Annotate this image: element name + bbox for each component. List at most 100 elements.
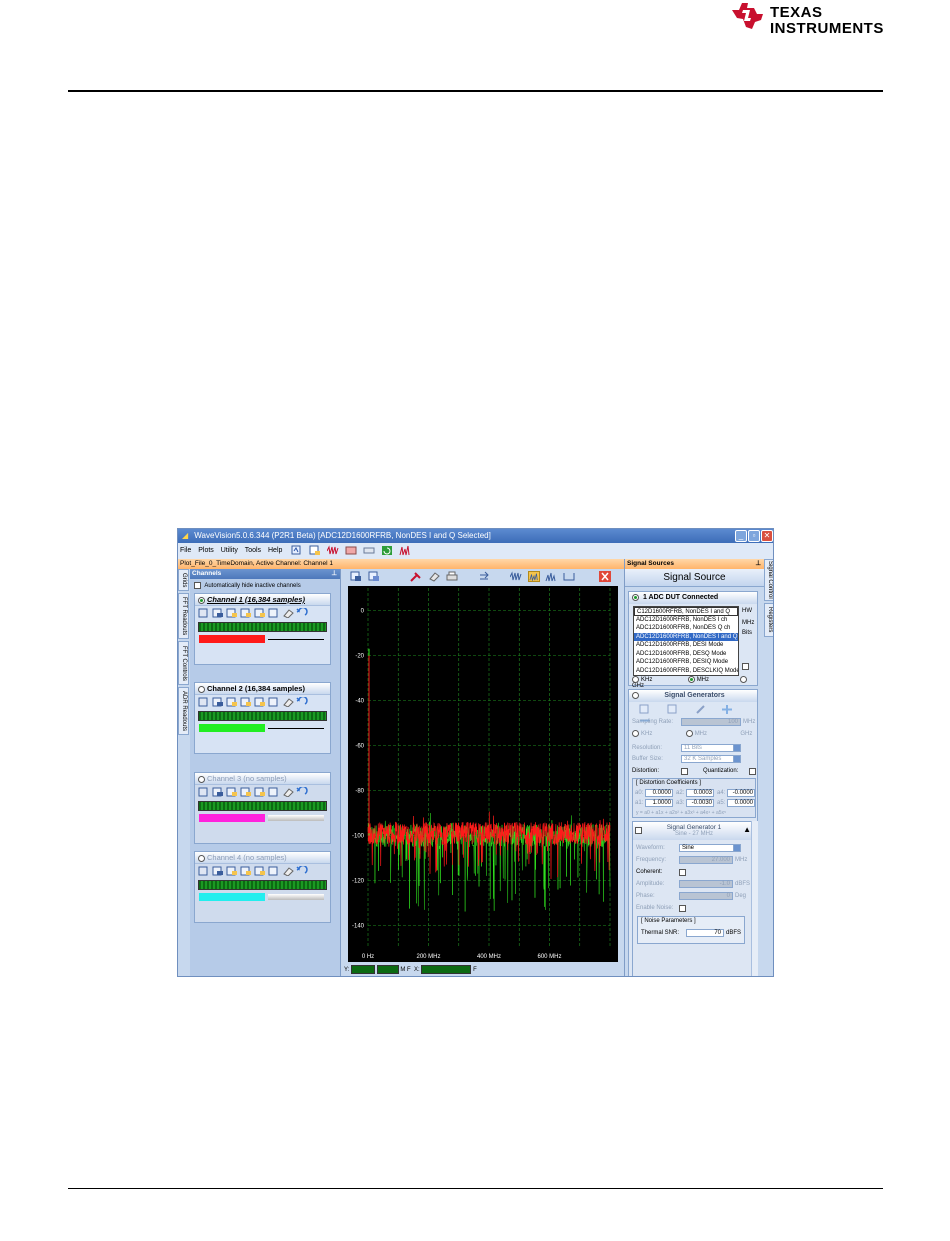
channel-card[interactable]: Channel 2 (16,384 samples) (194, 682, 331, 754)
undo-icon[interactable] (296, 697, 308, 707)
fft-view-icon[interactable] (527, 571, 540, 582)
save-icon[interactable] (212, 866, 224, 876)
save-icon[interactable] (212, 697, 224, 707)
open-plot-icon[interactable] (291, 545, 303, 556)
undo-icon[interactable] (296, 608, 308, 618)
buffer-size-select[interactable]: 32 K Samples (681, 755, 741, 763)
adc-dut-header[interactable]: 1 ADC DUT Connected (629, 592, 757, 604)
channel-color-swatch[interactable] (199, 635, 265, 643)
marker-icon[interactable] (410, 571, 422, 582)
clear-icon[interactable] (282, 866, 294, 876)
channel-radio[interactable] (198, 685, 205, 693)
adc-dut-radio[interactable] (632, 593, 639, 601)
open-icon[interactable] (198, 787, 210, 797)
channel-color-swatch[interactable] (199, 724, 265, 732)
tab-fft-controls[interactable]: FFT Controls (178, 641, 189, 685)
dac-icon[interactable] (363, 545, 375, 556)
device-option[interactable]: ADC12D1600RFRB, DESI Mode (634, 641, 738, 650)
tab-signal-control[interactable]: Signal Control (764, 559, 773, 601)
signal-generators-radio[interactable] (632, 692, 639, 699)
undo-icon[interactable] (296, 866, 308, 876)
generator-1-header[interactable]: Signal Generator 1 Sine - 27 MHz ▲ (633, 822, 755, 840)
save-icon[interactable] (212, 608, 224, 618)
load-generator-icon[interactable] (667, 704, 679, 715)
export-icon[interactable] (226, 697, 238, 707)
signal-generators-header[interactable]: Signal Generators (629, 690, 757, 702)
ghz-radio[interactable] (740, 676, 748, 683)
channel-radio[interactable] (198, 854, 205, 862)
properties-icon[interactable] (240, 787, 252, 797)
coherent-checkbox[interactable] (679, 869, 686, 876)
channel-color-row[interactable] (198, 635, 327, 643)
export-icon[interactable] (226, 866, 238, 876)
thermal-snr-field[interactable]: 70 (686, 929, 724, 937)
menu-plots[interactable]: Plots (198, 547, 214, 554)
edit-icon[interactable] (254, 608, 266, 618)
notes-icon[interactable] (268, 787, 280, 797)
sr-mhz-radio[interactable] (685, 730, 693, 737)
refresh-icon[interactable] (381, 545, 393, 556)
histogram-icon[interactable] (545, 571, 557, 582)
export-icon[interactable] (226, 787, 238, 797)
channel-card[interactable]: Channel 3 (no samples) (194, 772, 331, 844)
clear-icon[interactable] (282, 608, 294, 618)
channel-title[interactable]: Channel 1 (16,384 samples) (195, 594, 330, 606)
khz-radio[interactable] (632, 676, 639, 683)
spectrum-icon[interactable] (399, 545, 411, 556)
frequency-field[interactable]: 27.000 (679, 856, 733, 864)
time-domain-icon[interactable] (509, 571, 522, 582)
tab-grids[interactable]: Grids (178, 569, 189, 591)
generator-scrollbar[interactable] (751, 821, 758, 976)
tab-registers[interactable]: Registers (764, 603, 773, 637)
device-option[interactable]: ADC12D1600RFRB, DESCLKIQ Mode (634, 667, 738, 676)
channel-color-row[interactable] (198, 724, 327, 732)
device-dropdown-list[interactable]: C12D1600RFRB, NonDES I and Q ADC12D1600RF… (633, 606, 739, 676)
pin-icon[interactable]: ⊥ (331, 569, 337, 579)
open-icon[interactable] (198, 866, 210, 876)
sampling-rate-field[interactable]: 100 (681, 718, 741, 726)
channel-title[interactable]: Channel 2 (16,384 samples) (195, 683, 330, 695)
channel-color-swatch[interactable] (199, 814, 265, 822)
channel-title[interactable]: Channel 4 (no samples) (195, 852, 330, 864)
device-option[interactable]: ADC12D1600RFRB, NonDES Q ch (634, 624, 738, 633)
swap-icon[interactable] (478, 571, 490, 582)
minimize-button[interactable]: _ (735, 530, 747, 542)
device-option[interactable]: C12D1600RFRB, NonDES I and Q (634, 607, 738, 616)
dut-checkbox[interactable] (742, 663, 749, 670)
device-option[interactable]: ADC12D1600RFRB, DESQ Mode (634, 650, 738, 659)
auto-hide-row[interactable]: Automatically hide inactive channels (190, 579, 340, 593)
phase-field[interactable]: 0 (679, 892, 733, 900)
amplitude-field[interactable]: -1.0 (679, 880, 733, 888)
load-plot-icon[interactable] (368, 571, 380, 582)
coefficient-field[interactable]: 1.0000 (645, 799, 673, 807)
clear-icon[interactable] (282, 697, 294, 707)
channel-radio[interactable] (198, 775, 205, 783)
properties-icon[interactable] (240, 697, 252, 707)
fft-plot[interactable]: 0-20-40-60-80-100-120-1400 Hz 200 MHz 400 … (342, 586, 624, 962)
channel-radio[interactable] (198, 596, 205, 604)
open-icon[interactable] (198, 608, 210, 618)
properties-icon[interactable] (240, 866, 252, 876)
chevron-down-icon[interactable] (733, 744, 741, 752)
pin-icon[interactable]: ⊥ (755, 559, 761, 569)
sr-khz-radio[interactable] (632, 730, 639, 737)
menu-file[interactable]: File (180, 547, 191, 554)
add-generator-icon[interactable] (721, 704, 733, 715)
coefficient-field[interactable]: 0.0000 (645, 789, 673, 797)
menu-utility[interactable]: Utility (221, 547, 238, 554)
properties-icon[interactable] (240, 608, 252, 618)
device-option[interactable]: ADC12D1600RFRB, NonDES I and Q (634, 632, 738, 641)
maximize-button[interactable]: ▫ (748, 530, 760, 542)
tab-adr-readouts[interactable]: ADR Readouts (178, 687, 189, 735)
device-option[interactable]: ADC12D1600RFRB, DESIQ Mode (634, 658, 738, 667)
eraser-icon[interactable] (428, 571, 440, 582)
edit-icon[interactable] (254, 697, 266, 707)
clear-icon[interactable] (282, 787, 294, 797)
coefficient-field[interactable]: 0.0000 (727, 799, 755, 807)
notes-icon[interactable] (268, 697, 280, 707)
menu-tools[interactable]: Tools (245, 547, 261, 554)
enable-noise-checkbox[interactable] (679, 905, 686, 912)
resolution-select[interactable]: 11 Bits (681, 744, 741, 752)
channel-card[interactable]: Channel 1 (16,384 samples) (194, 593, 331, 665)
chevron-down-icon[interactable] (733, 844, 741, 852)
